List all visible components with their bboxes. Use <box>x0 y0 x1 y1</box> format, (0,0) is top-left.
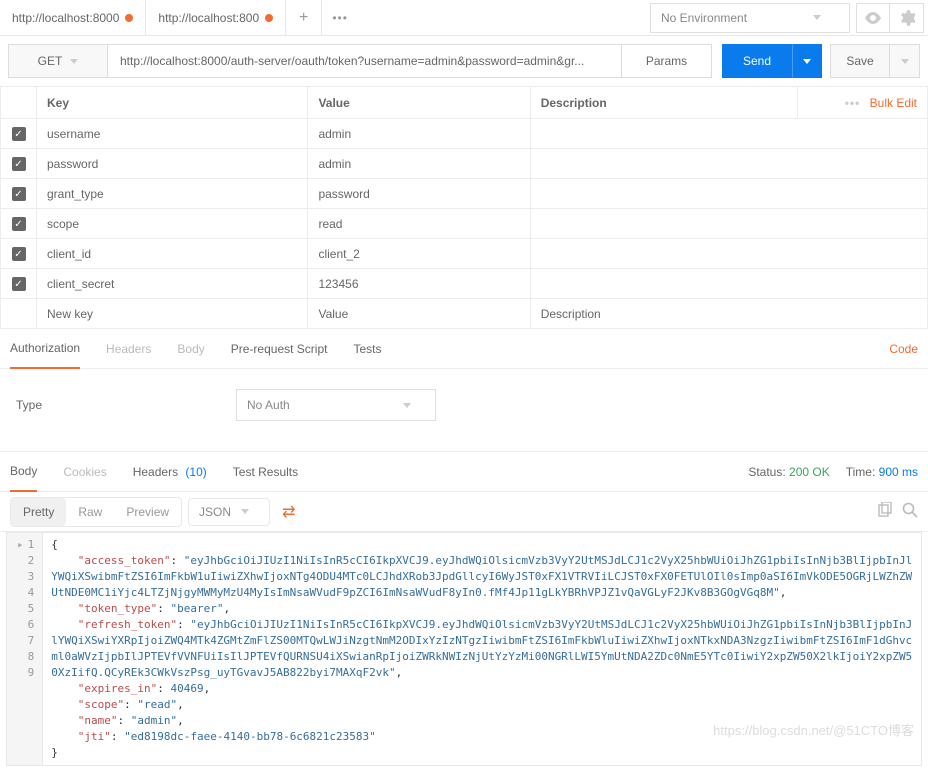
col-value: Value <box>308 87 530 119</box>
modified-dot-icon <box>125 14 133 22</box>
code-link[interactable]: Code <box>889 342 918 356</box>
chevron-down-icon <box>241 509 249 514</box>
tab-body[interactable]: Body <box>177 329 204 369</box>
param-value[interactable]: password <box>308 179 530 209</box>
checkbox-icon[interactable]: ✓ <box>12 277 26 291</box>
param-row[interactable]: ✓ client_secret123456 <box>1 269 928 299</box>
status-label: Status: 200 OK <box>748 465 829 479</box>
param-key[interactable]: password <box>37 149 308 179</box>
checkbox-icon[interactable]: ✓ <box>12 187 26 201</box>
watermark-text: https://blog.csdn.net/@51CTO博客 <box>713 720 914 739</box>
param-row[interactable]: ✓ client_idclient_2 <box>1 239 928 269</box>
environment-preview-button[interactable] <box>856 3 890 33</box>
save-button[interactable]: Save <box>830 44 890 78</box>
param-description[interactable] <box>530 209 927 239</box>
resp-tab-body[interactable]: Body <box>10 452 37 492</box>
chevron-down-icon <box>403 403 411 408</box>
response-format-select[interactable]: JSON <box>188 498 270 526</box>
param-description[interactable] <box>530 239 927 269</box>
new-tab-button[interactable]: + <box>286 0 322 36</box>
send-button[interactable]: Send <box>722 44 792 78</box>
wrap-lines-icon[interactable]: ⇄ <box>282 502 295 522</box>
checkbox-icon[interactable]: ✓ <box>12 247 26 261</box>
url-value: http://localhost:8000/auth-server/oauth/… <box>120 54 584 68</box>
chevron-down-icon <box>803 59 811 64</box>
tab-authorization[interactable]: Authorization <box>10 329 80 369</box>
view-pretty[interactable]: Pretty <box>11 498 66 526</box>
request-tab-1[interactable]: http://localhost:8000 <box>0 0 146 36</box>
http-method-select[interactable]: GET <box>8 44 108 78</box>
param-value[interactable]: admin <box>308 149 530 179</box>
auth-type-label: Type <box>16 398 236 412</box>
tab-headers[interactable]: Headers <box>106 329 151 369</box>
param-description[interactable] <box>530 269 927 299</box>
param-key[interactable]: username <box>37 119 308 149</box>
method-label: GET <box>38 54 63 68</box>
param-row[interactable]: ✓ scoperead <box>1 209 928 239</box>
response-section-tabs: Body Cookies Headers (10) Test Results S… <box>0 452 928 492</box>
param-key[interactable]: client_id <box>37 239 308 269</box>
top-tab-bar: http://localhost:8000 http://localhost:8… <box>0 0 928 36</box>
copy-icon[interactable] <box>876 502 892 521</box>
new-param-row[interactable]: New key Value Description <box>1 299 928 329</box>
param-value[interactable]: 123456 <box>308 269 530 299</box>
col-description: Description <box>530 87 797 119</box>
tab-prerequest[interactable]: Pre-request Script <box>231 329 328 369</box>
param-key[interactable]: scope <box>37 209 308 239</box>
resp-tab-headers[interactable]: Headers (10) <box>133 452 207 492</box>
chevron-down-icon <box>813 15 821 20</box>
checkbox-icon[interactable]: ✓ <box>12 127 26 141</box>
url-input[interactable]: http://localhost:8000/auth-server/oauth/… <box>108 44 622 78</box>
params-button[interactable]: Params <box>622 44 712 78</box>
eye-icon <box>864 12 882 24</box>
param-key[interactable]: grant_type <box>37 179 308 209</box>
tab-overflow-button[interactable]: ••• <box>322 0 358 36</box>
tab-label: http://localhost:800 <box>158 11 259 25</box>
environment-label: No Environment <box>661 11 747 25</box>
bulk-edit-link[interactable]: Bulk Edit <box>870 96 917 110</box>
param-value[interactable]: client_2 <box>308 239 530 269</box>
resp-tab-cookies[interactable]: Cookies <box>63 452 106 492</box>
time-label: Time: 900 ms <box>846 465 918 479</box>
param-key[interactable]: client_secret <box>37 269 308 299</box>
request-section-tabs: Authorization Headers Body Pre-request S… <box>0 329 928 369</box>
param-value[interactable]: read <box>308 209 530 239</box>
param-row[interactable]: ✓ usernameadmin <box>1 119 928 149</box>
request-tab-2[interactable]: http://localhost:800 <box>146 0 286 36</box>
settings-button[interactable] <box>890 3 924 33</box>
send-dropdown[interactable] <box>792 44 822 78</box>
checkbox-icon[interactable]: ✓ <box>12 217 26 231</box>
gear-icon <box>899 10 915 26</box>
params-table: Key Value Description ••• Bulk Edit ✓ use… <box>0 86 928 329</box>
tab-tests[interactable]: Tests <box>353 329 381 369</box>
chevron-down-icon <box>901 59 909 64</box>
more-icon[interactable]: ••• <box>845 96 867 110</box>
resp-tab-tests[interactable]: Test Results <box>233 452 298 492</box>
param-row[interactable]: ✓ passwordadmin <box>1 149 928 179</box>
search-icon[interactable] <box>902 502 918 521</box>
modified-dot-icon <box>265 14 273 22</box>
chevron-down-icon <box>70 59 78 64</box>
authorization-panel: Type No Auth <box>0 369 928 452</box>
view-preview[interactable]: Preview <box>114 498 181 526</box>
param-description[interactable] <box>530 179 927 209</box>
environment-select[interactable]: No Environment <box>650 3 850 33</box>
save-dropdown[interactable] <box>890 44 920 78</box>
checkbox-icon[interactable]: ✓ <box>12 157 26 171</box>
request-bar: GET http://localhost:8000/auth-server/oa… <box>0 36 928 86</box>
param-row[interactable]: ✓ grant_typepassword <box>1 179 928 209</box>
auth-type-select[interactable]: No Auth <box>236 389 436 421</box>
param-value[interactable]: admin <box>308 119 530 149</box>
col-key: Key <box>37 87 308 119</box>
param-description[interactable] <box>530 119 927 149</box>
tab-label: http://localhost:8000 <box>12 11 119 25</box>
view-raw[interactable]: Raw <box>66 498 114 526</box>
response-view-bar: Pretty Raw Preview JSON ⇄ <box>0 492 928 532</box>
param-description[interactable] <box>530 149 927 179</box>
